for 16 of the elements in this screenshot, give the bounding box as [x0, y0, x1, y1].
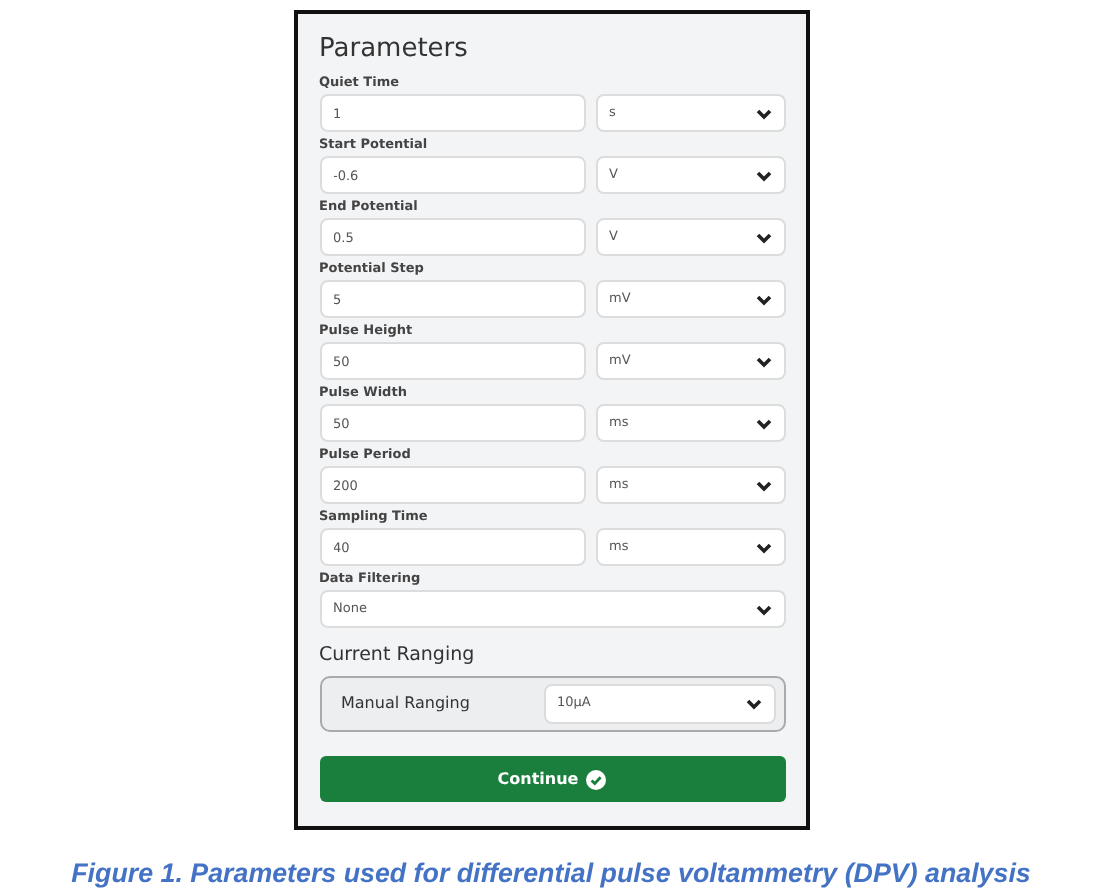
section-heading: Current Ranging	[319, 644, 477, 668]
chevron-icon	[755, 231, 771, 243]
chevron-icon	[755, 417, 771, 429]
chevron-icon	[755, 603, 771, 615]
figure-caption: Figure 1. Parameters used for differential pulse voltammetry (DPV) analysis	[69, 856, 1033, 892]
chevron-icon	[755, 107, 771, 119]
chevron-icon	[755, 541, 771, 553]
chevron-icon	[755, 479, 771, 491]
chevron-icon	[755, 169, 771, 181]
continue-button[interactable]: Continue	[319, 756, 785, 802]
chevron-icon	[755, 293, 771, 305]
field-label: Manual Ranging	[341, 692, 470, 716]
panel-title: Parameters	[319, 34, 470, 66]
chevron-icon	[745, 698, 761, 710]
check-circle-icon	[586, 769, 607, 789]
chevron-icon	[755, 355, 771, 367]
